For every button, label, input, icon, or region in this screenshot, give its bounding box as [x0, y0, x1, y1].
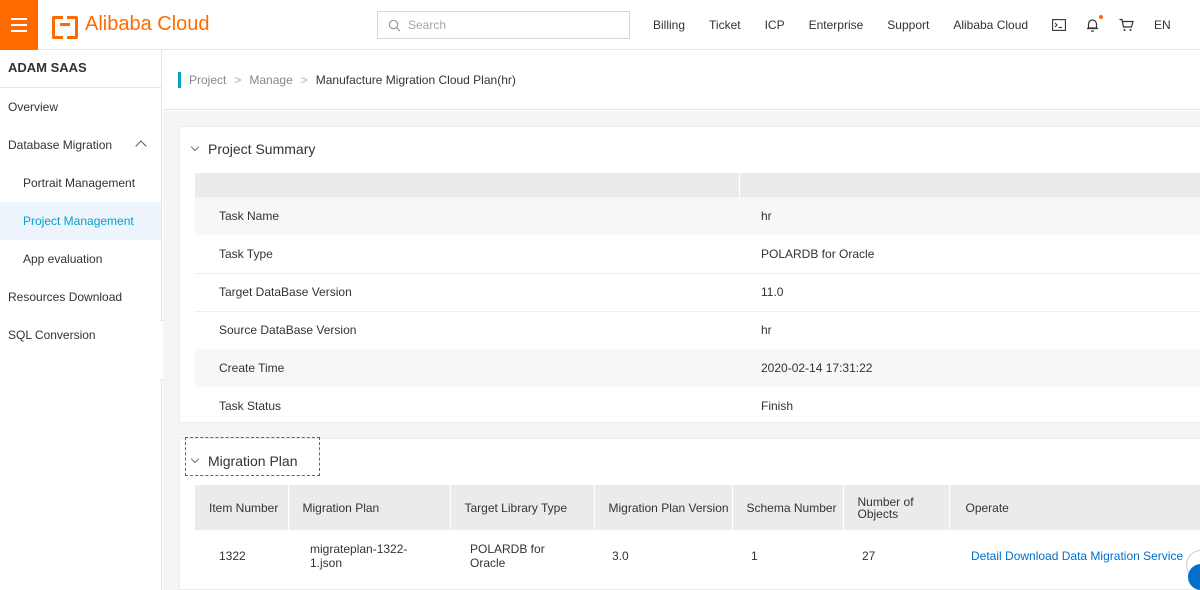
- nav-ticket[interactable]: Ticket: [709, 18, 741, 32]
- sidebar-item-label: Database Migration: [8, 138, 113, 152]
- cell-schema-number: 1: [751, 549, 758, 563]
- data-migration-service-link[interactable]: Data Migration Service: [1062, 549, 1183, 563]
- nav-support[interactable]: Support: [887, 18, 929, 32]
- cell-target-library-type: POLARDB for Oracle: [470, 542, 545, 570]
- top-nav: Billing Ticket ICP Enterprise Support Al…: [653, 0, 1171, 50]
- summary-value: hr: [761, 323, 772, 338]
- col-migration-plan: Migration Plan: [288, 485, 451, 530]
- table-row: Task Type POLARDB for Oracle: [195, 235, 1200, 274]
- nav-enterprise[interactable]: Enterprise: [809, 18, 864, 32]
- breadcrumb-separator: >: [300, 72, 308, 87]
- menu-icon[interactable]: [0, 0, 38, 50]
- breadcrumb-separator: >: [234, 72, 242, 87]
- table-header-cell: [739, 173, 1200, 197]
- search-icon: [388, 19, 401, 31]
- terminal-icon[interactable]: [1052, 19, 1066, 31]
- top-bar: Alibaba Cloud Billing Ticket ICP Enterpr…: [0, 0, 1200, 50]
- chevron-down-icon: [190, 142, 200, 152]
- logo-text: Alibaba Cloud: [85, 13, 210, 35]
- breadcrumb-accent: [178, 71, 181, 88]
- breadcrumb-current: Manufacture Migration Cloud Plan(hr): [315, 72, 516, 87]
- search-box[interactable]: [377, 11, 630, 39]
- cell-item-number: 1322: [219, 549, 246, 563]
- breadcrumb: Project > Manage > Manufacture Migration…: [163, 50, 1200, 110]
- migration-plan-table: Item Number Migration Plan Target Librar…: [195, 485, 1200, 582]
- col-operate: Operate: [949, 485, 1200, 530]
- sidebar-item-label: SQL Conversion: [8, 328, 96, 342]
- project-summary-panel: Project Summary Task Name hr Task Type POL…: [179, 126, 1200, 423]
- summary-value: Finish: [761, 399, 794, 413]
- summary-key: Target DataBase Version: [195, 273, 739, 312]
- breadcrumb-project[interactable]: Project: [189, 73, 226, 87]
- download-link[interactable]: Download: [1005, 549, 1058, 563]
- table-row: Source DataBase Version hr: [195, 311, 1200, 349]
- main-content: Project Summary Task Name hr Task Type POL…: [163, 111, 1200, 590]
- section-title: Project Summary: [208, 141, 316, 157]
- summary-key: Task Type: [195, 235, 739, 274]
- sidebar-title: ADAM SAAS: [0, 50, 161, 88]
- cell-migration-plan: migrateplan-1322-1.json: [310, 542, 408, 570]
- bell-icon[interactable]: [1086, 15, 1104, 32]
- table-header-row: Item Number Migration Plan Target Librar…: [195, 485, 1200, 530]
- sidebar: ADAM SAAS Overview Database Migration Po…: [0, 50, 162, 590]
- cell-operate: Detail Download Data Migration Service: [949, 530, 1200, 582]
- summary-key: Source DataBase Version: [219, 323, 357, 338]
- language-switcher[interactable]: EN: [1154, 18, 1171, 32]
- sidebar-item-label: Portrait Management: [23, 176, 136, 190]
- detail-link[interactable]: Detail: [971, 549, 1002, 563]
- summary-key: Task Status: [219, 399, 282, 413]
- alibaba-cloud-logo[interactable]: Alibaba Cloud: [52, 13, 210, 39]
- sidebar-item-sql-conversion[interactable]: SQL Conversion: [0, 316, 161, 354]
- col-target-library-type: Target Library Type: [450, 485, 595, 530]
- table-row: Task Name hr: [195, 197, 1200, 235]
- table-row: Task Status Finish: [195, 387, 1200, 425]
- sidebar-item-label: Resources Download: [8, 290, 123, 304]
- sidebar-item-app-evaluation[interactable]: App evaluation: [0, 240, 161, 278]
- chevron-up-icon: [135, 140, 147, 152]
- table-header-row: [195, 173, 1200, 197]
- sidebar-item-label: App evaluation: [23, 252, 103, 266]
- sidebar-item-resources-download[interactable]: Resources Download: [0, 278, 161, 316]
- summary-key: Task Name: [195, 197, 739, 235]
- sidebar-item-label: Overview: [8, 100, 59, 114]
- search-input[interactable]: [408, 18, 608, 32]
- table-header-cell: [195, 173, 740, 197]
- breadcrumb-manage[interactable]: Manage: [249, 73, 292, 87]
- cell-objects: 27: [862, 549, 876, 563]
- logo-mark-icon: [52, 16, 78, 39]
- sidebar-item-database-migration[interactable]: Database Migration: [0, 126, 161, 164]
- migration-plan-panel: Migration Plan Item Number Migration Pla…: [179, 437, 1200, 590]
- project-summary-header[interactable]: Project Summary: [180, 127, 1200, 171]
- migration-plan-header[interactable]: Migration Plan: [180, 439, 1200, 483]
- summary-value: 11.0: [739, 273, 1200, 312]
- summary-key: Create Time: [195, 349, 739, 387]
- col-migration-plan-version: Migration Plan Version: [594, 485, 733, 530]
- nav-billing[interactable]: Billing: [653, 18, 685, 32]
- cell-version: 3.0: [612, 549, 629, 563]
- sidebar-item-project-management[interactable]: Project Management: [0, 202, 161, 240]
- col-item-number: Item Number: [195, 485, 289, 530]
- cart-icon[interactable]: [1119, 18, 1134, 32]
- sidebar-item-overview[interactable]: Overview: [0, 88, 161, 126]
- nav-icp[interactable]: ICP: [765, 18, 785, 32]
- sidebar-item-label: Project Management: [23, 214, 134, 228]
- col-number-of-objects: Number of Objects: [843, 485, 950, 530]
- col-schema-number: Schema Number: [732, 485, 844, 530]
- summary-value: 2020-02-14 17:31:22: [739, 349, 1200, 387]
- nav-alibaba-cloud[interactable]: Alibaba Cloud: [953, 18, 1028, 32]
- notification-dot: [1099, 15, 1104, 19]
- project-summary-table: Task Name hr Task Type POLARDB for Oracle …: [195, 173, 1200, 425]
- highlight-box: [185, 437, 320, 476]
- sidebar-item-portrait-management[interactable]: Portrait Management: [0, 164, 161, 202]
- table-row: Target DataBase Version 11.0: [195, 273, 1200, 312]
- table-row: Create Time 2020-02-14 17:31:22: [195, 349, 1200, 387]
- summary-value: hr: [739, 197, 1200, 235]
- summary-value: POLARDB for Oracle: [739, 235, 1200, 274]
- table-row: 1322 migrateplan-1322-1.json POLARDB for…: [195, 530, 1200, 582]
